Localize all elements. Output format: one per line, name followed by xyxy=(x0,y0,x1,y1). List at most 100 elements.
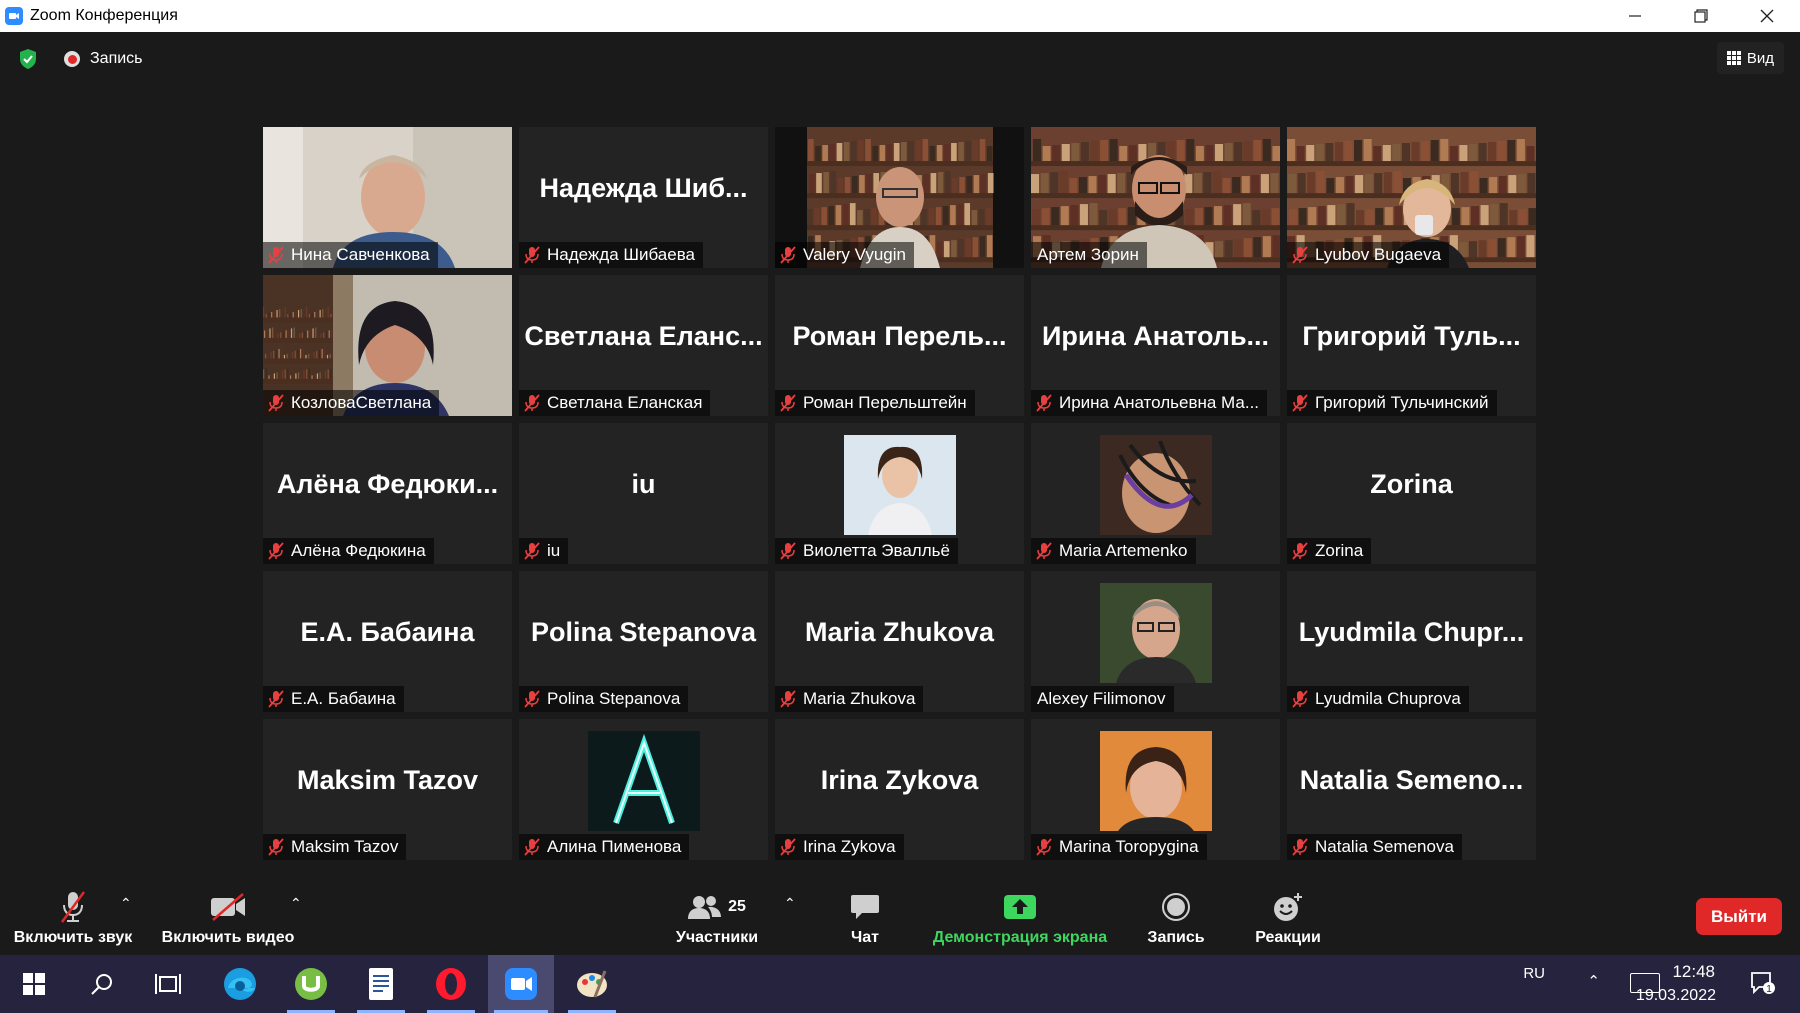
show-hidden-icons-caret-icon[interactable]: ⌃ xyxy=(1587,972,1600,990)
microphone-muted-icon xyxy=(268,690,284,708)
participant-tile[interactable]: Е.А. Бабаина Е.А. Бабаина xyxy=(263,571,512,712)
participant-name-label: Irina Zykova xyxy=(775,834,904,860)
participant-display-name: Роман Перель... xyxy=(792,321,1007,351)
microphone-muted-icon xyxy=(524,542,540,560)
microphone-muted-icon xyxy=(1292,690,1308,708)
share-screen-button[interactable]: Демонстрация экрана xyxy=(930,881,1110,955)
participants-label: Участники xyxy=(675,929,759,946)
clock-date[interactable]: 19.03.2022 xyxy=(1636,987,1716,1005)
opera-icon[interactable] xyxy=(421,955,481,1013)
security-shield-icon[interactable] xyxy=(18,48,38,70)
participant-tile[interactable]: Marina Toropygina xyxy=(1031,719,1280,860)
zoom-icon[interactable] xyxy=(488,955,554,1013)
chat-button[interactable]: Чат xyxy=(835,881,895,955)
notification-center-icon[interactable]: 1 xyxy=(1750,971,1776,995)
microphone-muted-icon xyxy=(524,394,540,412)
participant-tile[interactable]: Алёна Федюки... Алёна Федюкина xyxy=(263,423,512,564)
participant-name-label: Алёна Федюкина xyxy=(263,538,434,564)
participant-tile[interactable]: Polina Stepanova Polina Stepanova xyxy=(519,571,768,712)
participant-name: Артем Зорин xyxy=(1037,245,1139,264)
participant-tile[interactable]: iu iu xyxy=(519,423,768,564)
participant-tile[interactable]: КозловаСветлана xyxy=(263,275,512,416)
restore-button[interactable] xyxy=(1668,0,1734,32)
participant-tile[interactable]: Надежда Шиб... Надежда Шибаева xyxy=(519,127,768,268)
participant-name-label: Lyubov Bugaeva xyxy=(1287,242,1450,268)
participant-name: Григорий Тульчинский xyxy=(1315,393,1489,412)
minimize-button[interactable] xyxy=(1602,0,1668,32)
participant-tile[interactable]: Алина Пименова xyxy=(519,719,768,860)
unmute-label: Включить звук xyxy=(13,929,133,946)
task-view-icon[interactable] xyxy=(138,955,198,1013)
participant-tile[interactable]: Maksim Tazov Maksim Tazov xyxy=(263,719,512,860)
participant-name: Polina Stepanova xyxy=(547,689,681,708)
participant-name: Lyudmila Chuprova xyxy=(1315,689,1461,708)
edge-icon[interactable] xyxy=(210,955,270,1013)
participant-display-name: Ирина Анатоль... xyxy=(1041,321,1270,351)
recording-label: Запись xyxy=(90,50,143,67)
window-titlebar: Zoom Конференция xyxy=(0,0,1800,32)
microphone-muted-icon xyxy=(60,891,86,923)
participant-tile[interactable]: Lyudmila Chupr... Lyudmila Chuprova xyxy=(1287,571,1536,712)
windows-taskbar: RU ⌃ 12:48 19.03.2022 1 xyxy=(0,955,1800,1013)
participant-tile[interactable]: Светлана Еланс... Светлана Еланская xyxy=(519,275,768,416)
participant-name: Zorina xyxy=(1315,541,1364,560)
participants-count: 25 xyxy=(728,898,746,915)
leave-button[interactable]: Выйти xyxy=(1696,898,1782,935)
participant-tile[interactable]: Ирина Анатоль... Ирина Анатольевна Ма... xyxy=(1031,275,1280,416)
language-indicator[interactable]: RU xyxy=(1523,965,1545,982)
participant-tile[interactable]: Lyubov Bugaeva xyxy=(1287,127,1536,268)
participant-tile[interactable]: Нина Савченкова xyxy=(263,127,512,268)
microphone-muted-icon xyxy=(780,394,796,412)
participant-name-label: Ирина Анатольевна Ма... xyxy=(1031,390,1268,416)
utorrent-icon[interactable] xyxy=(281,955,341,1013)
participant-tile[interactable]: Irina Zykova Irina Zykova xyxy=(775,719,1024,860)
meeting-topbar: Запись Вид xyxy=(0,32,1800,87)
participant-name-label: Maria Zhukova xyxy=(775,686,924,712)
participant-tile[interactable]: Zorina Zorina xyxy=(1287,423,1536,564)
record-label: Запись xyxy=(1147,929,1205,946)
record-button[interactable]: Запись xyxy=(1140,881,1212,955)
windows-start-icon[interactable] xyxy=(4,955,64,1013)
recording-indicator[interactable]: Запись xyxy=(64,50,143,68)
close-button[interactable] xyxy=(1734,0,1800,32)
participant-tile[interactable]: Артем Зорин xyxy=(1031,127,1280,268)
participants-caret-icon[interactable]: ⌃ xyxy=(784,895,796,912)
camera-off-icon xyxy=(211,893,245,921)
start-video-button[interactable]: Включить видео xyxy=(160,881,296,955)
participant-tile[interactable]: Григорий Туль... Григорий Тульчинский xyxy=(1287,275,1536,416)
participant-name: Maria Zhukova xyxy=(803,689,916,708)
participant-tile[interactable]: Valery Vyugin xyxy=(775,127,1024,268)
avatar-photo-alina xyxy=(587,731,700,831)
system-tray: RU ⌃ 12:48 19.03.2022 1 xyxy=(1500,955,1800,1013)
view-label: Вид xyxy=(1746,49,1774,67)
restore-icon xyxy=(1694,9,1708,23)
reactions-button[interactable]: Реакции xyxy=(1250,881,1326,955)
participant-name-label: Нина Савченкова xyxy=(263,242,438,268)
participant-name-label: Артем Зорин xyxy=(1031,242,1147,268)
participant-display-name: Natalia Semeno... xyxy=(1299,765,1524,795)
participants-button[interactable]: 25 Участники xyxy=(670,881,764,955)
start-video-label: Включить видео xyxy=(161,929,295,946)
clock-time[interactable]: 12:48 xyxy=(1672,962,1715,982)
search-icon[interactable] xyxy=(72,955,132,1013)
participant-tile[interactable]: Maria Artemenko xyxy=(1031,423,1280,564)
audio-options-caret-icon[interactable]: ⌃ xyxy=(120,895,132,912)
participant-tile[interactable]: Natalia Semeno... Natalia Semenova xyxy=(1287,719,1536,860)
paint-icon[interactable] xyxy=(562,955,622,1013)
document-icon[interactable] xyxy=(351,955,411,1013)
participant-tile[interactable]: Роман Перель... Роман Перельштейн xyxy=(775,275,1024,416)
participant-tile[interactable]: Alexey Filimonov xyxy=(1031,571,1280,712)
video-options-caret-icon[interactable]: ⌃ xyxy=(290,895,302,912)
participant-name: Maksim Tazov xyxy=(291,837,399,856)
chat-label: Чат xyxy=(851,929,879,946)
unmute-button[interactable]: Включить звук xyxy=(12,881,134,955)
participant-name: Е.А. Бабаина xyxy=(291,689,396,708)
microphone-muted-icon xyxy=(1292,542,1308,560)
participant-display-name: Maksim Tazov xyxy=(296,765,479,795)
participant-tile[interactable]: Виолетта Эвалльё xyxy=(775,423,1024,564)
participants-icon xyxy=(688,896,722,919)
participant-gallery: Нина Савченкова Надежда Шиб... Надежда Шиб… xyxy=(263,127,1538,861)
view-button[interactable]: Вид xyxy=(1716,42,1784,74)
participant-name-label: iu xyxy=(519,538,569,564)
participant-tile[interactable]: Maria Zhukova Maria Zhukova xyxy=(775,571,1024,712)
